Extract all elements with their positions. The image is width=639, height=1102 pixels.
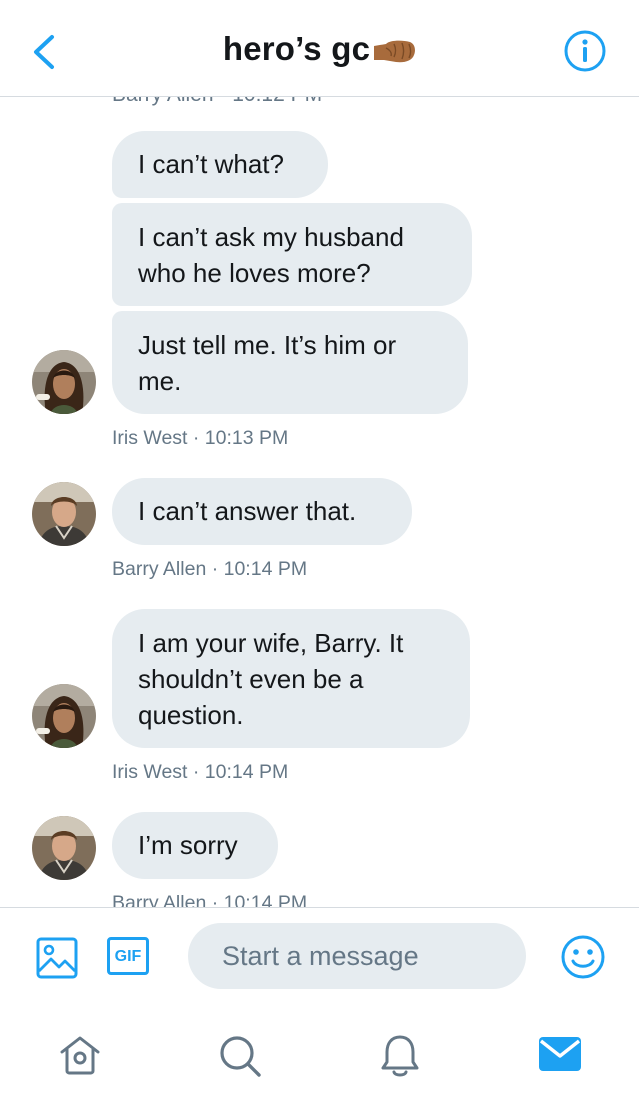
message-bubble[interactable]: I can’t what? bbox=[112, 131, 328, 198]
emoji-icon[interactable] bbox=[560, 934, 606, 980]
message-bubble[interactable]: I’m sorry bbox=[112, 812, 278, 879]
notifications-icon[interactable] bbox=[379, 1032, 421, 1078]
conversation-header: hero’s gc bbox=[0, 0, 639, 97]
message-text: I’m sorry bbox=[138, 830, 238, 860]
message-meta: Barry Allen · 10:12 PM bbox=[112, 97, 322, 107]
image-icon[interactable] bbox=[36, 937, 78, 979]
conversation-title-text: hero’s gc bbox=[222, 30, 371, 67]
info-circle-icon[interactable] bbox=[564, 30, 606, 72]
tab-bar bbox=[0, 1007, 639, 1102]
message-bubble[interactable]: I can’t answer that. bbox=[112, 478, 412, 545]
message-line: me. bbox=[138, 366, 182, 396]
avatar-iris-west-image bbox=[32, 684, 96, 748]
message-meta: Iris West · 10:14 PM bbox=[112, 761, 289, 783]
message-meta: Barry Allen · 10:14 PM bbox=[112, 558, 308, 580]
message-line: shouldn’t even be a bbox=[138, 664, 364, 694]
messages-icon[interactable] bbox=[538, 1035, 582, 1073]
fist-bump-emoji-icon bbox=[374, 40, 416, 63]
conversation-title[interactable]: hero’s gc bbox=[0, 30, 639, 68]
message-line: Just tell me. It’s him or bbox=[138, 330, 397, 360]
message-thread[interactable]: Barry Allen · 10:12 PM I can’t what? I c… bbox=[0, 97, 639, 907]
avatar-iris-west[interactable] bbox=[32, 350, 96, 414]
message-text: I can’t what? bbox=[138, 149, 284, 179]
message-bubble[interactable]: I can’t ask my husband who he loves more… bbox=[112, 203, 472, 306]
message-bubble[interactable]: I am your wife, Barry. It shouldn’t even… bbox=[112, 609, 470, 748]
message-meta: Barry Allen · 10:14 PM bbox=[112, 892, 308, 907]
gif-button[interactable]: GIF bbox=[107, 937, 149, 975]
message-meta: Iris West · 10:13 PM bbox=[112, 427, 289, 449]
message-line: I can’t ask my husband bbox=[138, 222, 404, 252]
avatar-iris-west[interactable] bbox=[32, 684, 96, 748]
message-input-placeholder: Start a message bbox=[222, 941, 419, 971]
message-input[interactable]: Start a message bbox=[188, 923, 526, 989]
avatar-barry-allen-image bbox=[32, 816, 96, 880]
message-line: question. bbox=[138, 700, 244, 730]
message-text: I can’t answer that. bbox=[138, 496, 357, 526]
home-icon[interactable] bbox=[58, 1034, 102, 1076]
search-icon[interactable] bbox=[218, 1034, 262, 1078]
avatar-barry-allen-image bbox=[32, 482, 96, 546]
avatar-barry-allen[interactable] bbox=[32, 816, 96, 880]
message-bubble[interactable]: Just tell me. It’s him or me. bbox=[112, 311, 468, 414]
avatar-barry-allen[interactable] bbox=[32, 482, 96, 546]
message-line: who he loves more? bbox=[138, 258, 371, 288]
message-composer: GIF Start a message bbox=[0, 907, 639, 1008]
message-line: I am your wife, Barry. It bbox=[138, 628, 404, 658]
avatar-iris-west-image bbox=[32, 350, 96, 414]
gif-label: GIF bbox=[114, 948, 142, 965]
